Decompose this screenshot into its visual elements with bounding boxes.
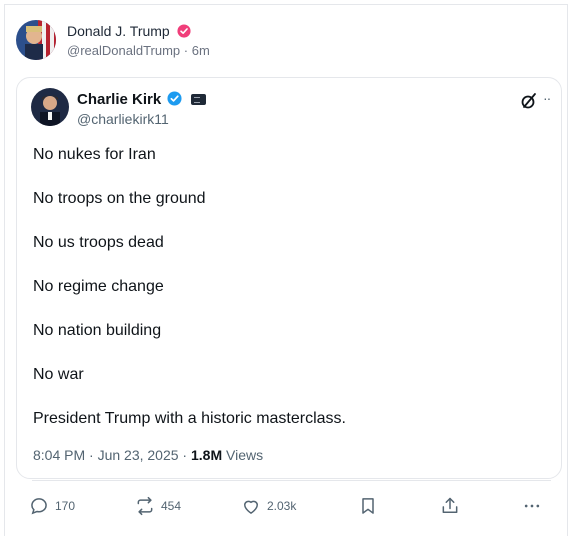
more-icon xyxy=(524,504,540,508)
avatar[interactable] xyxy=(16,20,56,60)
post-meta: @realDonaldTrump · 6m xyxy=(67,43,210,58)
more-button[interactable] xyxy=(522,496,542,516)
views-count[interactable]: 1.8M xyxy=(191,447,222,463)
tweet-line: No nation building xyxy=(33,322,162,339)
quote-author-handle[interactable]: @charliekirk11 xyxy=(77,111,169,127)
like-button[interactable]: 2.03k xyxy=(241,496,296,516)
quote-author-name[interactable]: Charlie Kirk xyxy=(77,91,161,108)
views-label: Views xyxy=(222,447,264,463)
author-handle[interactable]: @realDonaldTrump xyxy=(67,43,180,58)
heart-icon xyxy=(244,500,258,514)
reply-button[interactable]: 170 xyxy=(29,496,75,516)
repost-count: 454 xyxy=(161,499,182,513)
grok-icon[interactable] xyxy=(520,92,538,110)
quote-more-button[interactable]: ·· xyxy=(543,90,551,106)
bookmark-button[interactable] xyxy=(358,496,378,516)
tweet-line: President Trump with a historic mastercl… xyxy=(33,410,346,427)
author-name[interactable]: Donald J. Trump xyxy=(67,23,170,39)
share-icon xyxy=(442,497,458,513)
post-author[interactable]: Donald J. Trump xyxy=(67,23,191,41)
repost-icon xyxy=(137,496,153,516)
bookmark-icon xyxy=(362,498,374,514)
affiliate-badge-icon xyxy=(190,94,206,105)
post-timestamp: 8:04 PM · Jun 23, 2025 · 1.8M Views xyxy=(33,447,263,463)
share-button[interactable] xyxy=(440,496,460,516)
quote-avatar[interactable] xyxy=(31,88,69,126)
tweet-line: No nukes for Iran xyxy=(33,146,156,163)
reply-count: 170 xyxy=(55,499,76,513)
tweet-line: No us troops dead xyxy=(33,234,164,251)
action-bar: 170 454 2.03k xyxy=(0,496,571,526)
like-count: 2.03k xyxy=(267,499,297,513)
verified-badge-icon xyxy=(167,91,182,106)
quote-author[interactable]: Charlie Kirk xyxy=(77,91,206,108)
verified-badge-icon xyxy=(177,24,191,38)
tweet-line: No war xyxy=(33,366,84,383)
tweet-line: No troops on the ground xyxy=(33,190,206,207)
tweet-line: No regime change xyxy=(33,278,164,295)
repost-button[interactable]: 454 xyxy=(135,496,181,516)
timestamp-text[interactable]: 8:04 PM · Jun 23, 2025 · xyxy=(33,447,191,463)
reply-icon xyxy=(31,498,47,515)
post-time[interactable]: · 6m xyxy=(184,43,210,58)
actions-divider xyxy=(32,480,551,481)
quoted-post[interactable]: Charlie Kirk @charliekirk11 ·· No nukes … xyxy=(16,77,562,479)
